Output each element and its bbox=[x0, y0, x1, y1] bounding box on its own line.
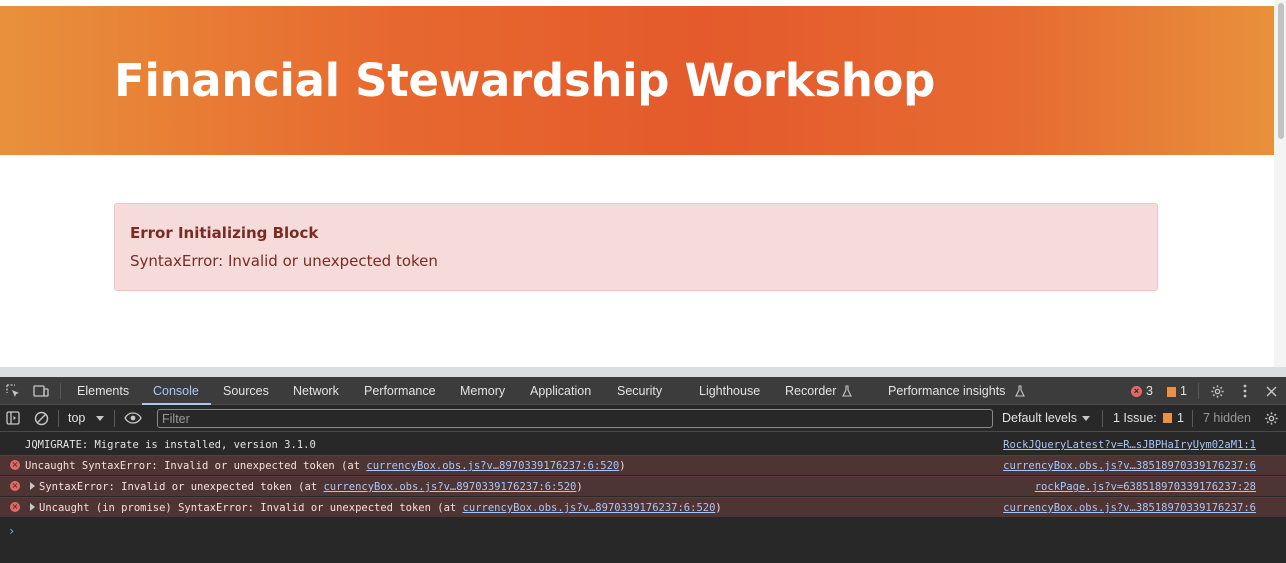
toolbar-divider bbox=[1192, 410, 1193, 427]
page-scrollbar-thumb[interactable] bbox=[1278, 3, 1284, 139]
tab-elements[interactable]: Elements bbox=[77, 384, 129, 398]
inspect-element-icon[interactable] bbox=[5, 383, 21, 399]
warning-count[interactable]: 1 bbox=[1180, 384, 1187, 398]
tab-performance-insights[interactable]: Performance insights bbox=[888, 384, 1005, 398]
message-line: Uncaught SyntaxError: Invalid or unexpec… bbox=[25, 460, 626, 472]
message-inline-link[interactable]: currencyBox.obs.js?v…8970339176237:6:520 bbox=[463, 502, 716, 514]
message-line: Uncaught (in promise) SyntaxError: Inval… bbox=[39, 502, 722, 514]
toolbar-divider bbox=[1102, 410, 1103, 427]
tab-sources[interactable]: Sources bbox=[223, 384, 269, 398]
context-selector[interactable]: top bbox=[68, 411, 85, 425]
tab-performance[interactable]: Performance bbox=[364, 384, 436, 398]
settings-gear-icon[interactable] bbox=[1263, 410, 1279, 426]
issue-flag-icon[interactable] bbox=[1167, 387, 1176, 397]
alert-heading: Error Initializing Block bbox=[130, 224, 319, 242]
tab-console[interactable]: Console bbox=[153, 384, 199, 398]
message-inline-link[interactable]: currencyBox.obs.js?v…8970339176237:6:520 bbox=[366, 460, 619, 472]
message-text: SyntaxError: Invalid or unexpected token… bbox=[39, 481, 324, 493]
tab-recorder[interactable]: Recorder bbox=[785, 384, 836, 398]
error-icon[interactable]: × bbox=[1131, 386, 1142, 397]
log-levels-dropdown[interactable]: Default levels bbox=[1002, 411, 1077, 425]
alert-message: SyntaxError: Invalid or unexpected token bbox=[130, 252, 438, 270]
tabbar-divider bbox=[1198, 383, 1199, 399]
web-page: Financial Stewardship Workshop Error Ini… bbox=[0, 0, 1286, 377]
message-source-link[interactable]: rockPage.js?v=638518970339176237:28 bbox=[1035, 481, 1256, 493]
devtools-panel: Elements Console Sources Network Perform… bbox=[0, 377, 1286, 563]
close-icon[interactable] bbox=[1264, 383, 1278, 399]
devtools-tabbar: Elements Console Sources Network Perform… bbox=[0, 377, 1286, 405]
flask-icon bbox=[1014, 384, 1026, 398]
expand-triangle-icon[interactable] bbox=[30, 482, 35, 490]
chevron-down-icon[interactable] bbox=[95, 414, 105, 422]
console-error: × Uncaught SyntaxError: Invalid or unexp… bbox=[0, 455, 1286, 475]
message-text: Uncaught SyntaxError: Invalid or unexpec… bbox=[25, 460, 367, 472]
message-text: Uncaught (in promise) SyntaxError: Inval… bbox=[39, 502, 463, 514]
devtools-resize-handle[interactable] bbox=[0, 367, 1286, 377]
tab-memory[interactable]: Memory bbox=[460, 384, 505, 398]
message-source-link[interactable]: currencyBox.obs.js?v…38518970339176237:6 bbox=[1003, 460, 1256, 472]
message-text: JQMIGRATE: Migrate is installed, version… bbox=[25, 439, 316, 451]
error-icon: × bbox=[10, 481, 20, 491]
eye-icon[interactable] bbox=[123, 411, 143, 425]
sidebar-toggle-icon[interactable] bbox=[5, 410, 21, 426]
device-toolbar-icon[interactable] bbox=[32, 383, 50, 399]
console-error: × Uncaught (in promise) SyntaxError: Inv… bbox=[0, 497, 1286, 517]
console-messages: JQMIGRATE: Migrate is installed, version… bbox=[0, 432, 1286, 563]
error-alert: Error Initializing Block SyntaxError: In… bbox=[114, 203, 1158, 291]
prompt-chevron-icon[interactable]: › bbox=[8, 524, 15, 538]
issues-count[interactable]: 1 bbox=[1177, 411, 1184, 425]
console-error: × SyntaxError: Invalid or unexpected tok… bbox=[0, 476, 1286, 496]
filter-input[interactable] bbox=[157, 409, 993, 428]
tab-application[interactable]: Application bbox=[530, 384, 591, 398]
chevron-down-icon[interactable] bbox=[1081, 414, 1091, 422]
error-icon: × bbox=[10, 502, 20, 512]
flask-icon bbox=[841, 384, 853, 398]
console-toolbar: top Default levels 1 Issue: 1 7 hidden bbox=[0, 405, 1286, 432]
message-suffix: ) bbox=[715, 502, 722, 514]
tab-security[interactable]: Security bbox=[617, 384, 662, 398]
page-title: Financial Stewardship Workshop bbox=[114, 54, 936, 107]
toolbar-divider bbox=[58, 410, 59, 427]
settings-gear-icon[interactable] bbox=[1209, 383, 1225, 399]
hidden-count: 7 hidden bbox=[1203, 411, 1251, 425]
message-source-link[interactable]: RockJQueryLatest?v=R…sJBPHaIryUym02aM1:1 bbox=[1003, 439, 1256, 451]
hero-banner: Financial Stewardship Workshop bbox=[0, 6, 1274, 155]
tab-lighthouse[interactable]: Lighthouse bbox=[699, 384, 760, 398]
message-suffix: ) bbox=[576, 481, 583, 493]
message-line: SyntaxError: Invalid or unexpected token… bbox=[39, 481, 583, 493]
tabbar-divider bbox=[60, 383, 61, 399]
message-source-link[interactable]: currencyBox.obs.js?v…38518970339176237:6 bbox=[1003, 502, 1256, 514]
issue-flag-icon[interactable] bbox=[1163, 413, 1172, 423]
message-suffix: ) bbox=[619, 460, 626, 472]
more-vert-icon[interactable] bbox=[1238, 383, 1252, 399]
toolbar-divider bbox=[114, 410, 115, 427]
expand-triangle-icon[interactable] bbox=[30, 503, 35, 511]
error-icon: × bbox=[10, 460, 20, 470]
error-count[interactable]: 3 bbox=[1146, 384, 1153, 398]
tab-network[interactable]: Network bbox=[293, 384, 339, 398]
console-message: JQMIGRATE: Migrate is installed, version… bbox=[0, 435, 1286, 455]
issues-label[interactable]: 1 Issue: bbox=[1113, 411, 1157, 425]
message-inline-link[interactable]: currencyBox.obs.js?v…8970339176237:6:520 bbox=[323, 481, 576, 493]
clear-console-icon[interactable] bbox=[32, 410, 50, 426]
